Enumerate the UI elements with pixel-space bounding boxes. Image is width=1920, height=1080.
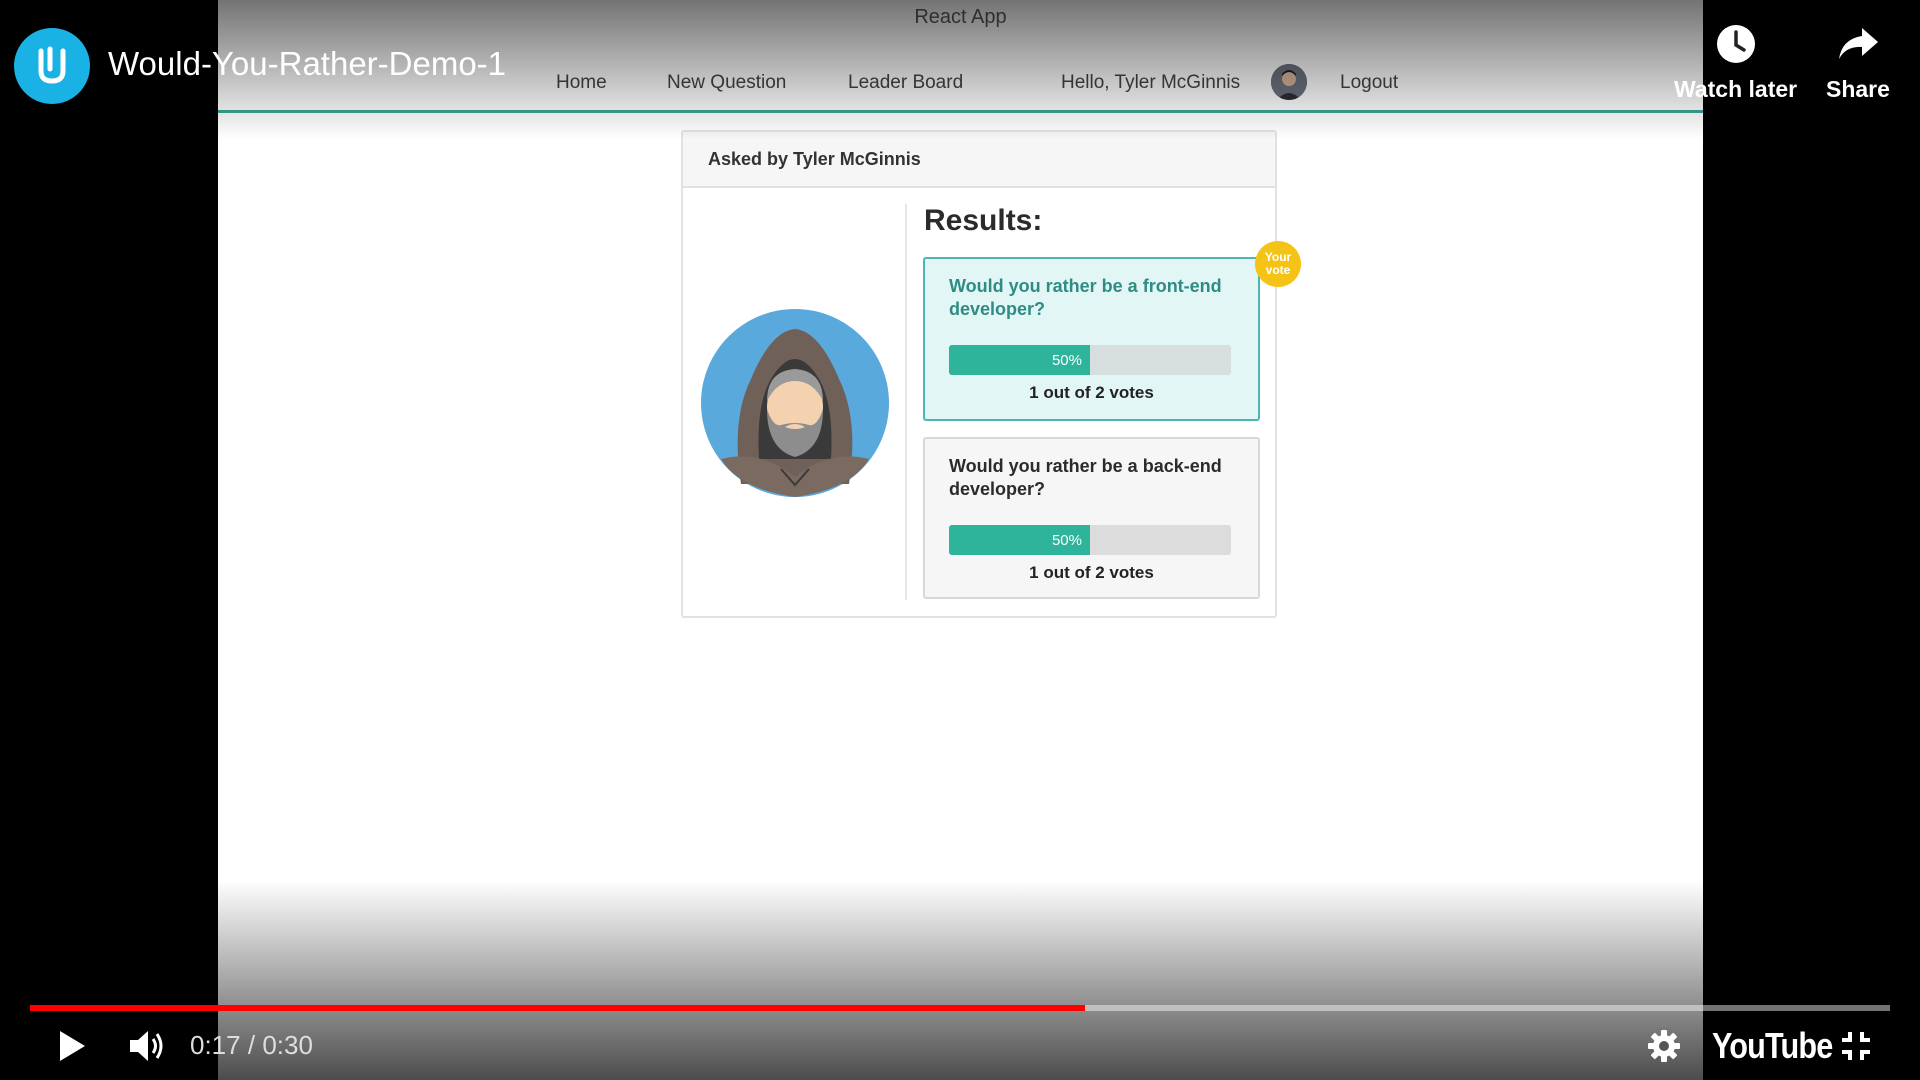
play-button[interactable] <box>52 1026 92 1066</box>
seek-bar[interactable] <box>30 1005 1890 1011</box>
exit-fullscreen-icon <box>1842 1032 1870 1060</box>
time-separator: / <box>247 1030 256 1060</box>
nav-logout[interactable]: Logout <box>1340 72 1398 94</box>
play-icon <box>60 1031 85 1061</box>
card-header: Asked by Tyler McGinnis <box>683 132 1275 188</box>
watch-later-button[interactable]: Watch later <box>1674 22 1797 103</box>
settings-gear-icon <box>1648 1030 1680 1062</box>
duration: 0:30 <box>262 1030 313 1060</box>
video-title[interactable]: Would-You-Rather-Demo-1 <box>108 45 506 83</box>
volume-button[interactable] <box>126 1024 170 1068</box>
video-frame[interactable]: React App Home New Question Leader Board… <box>218 0 1703 1080</box>
option-text: Would you rather be a front-end develope… <box>949 276 1222 319</box>
badge-line2: vote <box>1265 263 1291 277</box>
vote-percent: 50% <box>1051 531 1082 549</box>
share-button[interactable]: Share <box>1826 22 1890 103</box>
nav-home[interactable]: Home <box>556 72 607 94</box>
results-title: Results: <box>924 204 1043 237</box>
exit-fullscreen-button[interactable] <box>1838 1028 1874 1064</box>
app-window-title: React App <box>914 5 1007 28</box>
option-front-end: Would you rather be a front-end develope… <box>923 257 1260 421</box>
time-display: 0:17 / 0:30 <box>190 1030 313 1061</box>
vote-progress-bar: 50% <box>949 525 1231 555</box>
settings-button[interactable] <box>1644 1026 1684 1066</box>
vote-progress-fill: 50% <box>949 525 1090 555</box>
card-divider <box>905 204 907 600</box>
vote-progress-bar: 50% <box>949 345 1231 375</box>
volume-icon <box>130 1031 163 1061</box>
clock-icon <box>1716 25 1755 63</box>
share-label: Share <box>1826 76 1890 102</box>
option-text: Would you rather be a back-end developer… <box>949 456 1222 499</box>
current-time: 0:17 <box>190 1030 241 1060</box>
author-avatar <box>701 309 889 497</box>
udacity-logo-icon[interactable] <box>14 28 90 104</box>
your-vote-badge: Your vote <box>1255 241 1301 287</box>
asked-by-label: Asked by Tyler McGinnis <box>708 148 921 169</box>
share-arrow-icon <box>1838 28 1878 59</box>
user-avatar-image <box>1271 64 1307 100</box>
watch-later-label: Watch later <box>1674 76 1798 102</box>
vote-count: 1 out of 2 votes <box>1029 563 1154 582</box>
vote-progress-fill: 50% <box>949 345 1090 375</box>
seek-bar-played <box>30 1005 1085 1011</box>
youtube-wordmark[interactable]: YouTube <box>1712 1025 1833 1067</box>
vote-percent: 50% <box>1051 351 1082 369</box>
option-back-end: Would you rather be a back-end developer… <box>923 437 1260 599</box>
vote-count: 1 out of 2 votes <box>1029 383 1154 402</box>
user-avatar <box>1271 64 1307 100</box>
user-greeting: Hello, Tyler McGinnis <box>1061 72 1241 93</box>
nav-leader-board[interactable]: Leader Board <box>848 72 963 94</box>
question-card: Asked by Tyler McGinnis Results: Would y… <box>681 130 1301 618</box>
nav-new-question[interactable]: New Question <box>667 72 786 94</box>
